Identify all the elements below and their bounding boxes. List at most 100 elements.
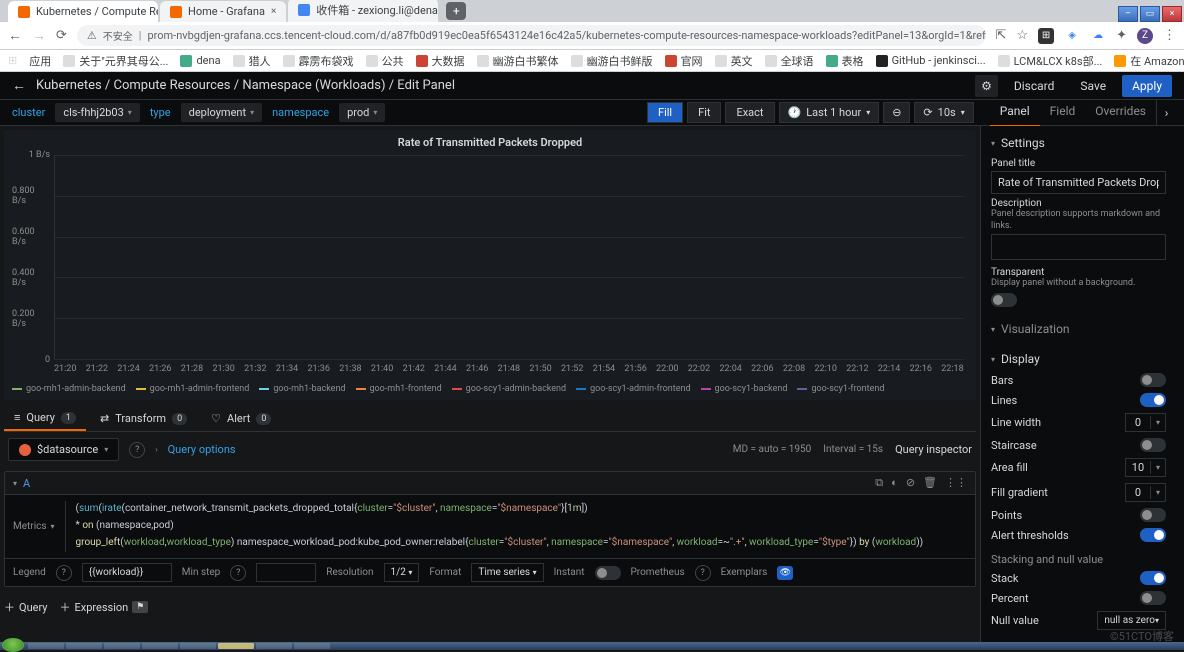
back-arrow-icon[interactable]: ← [12, 77, 26, 94]
apply-button[interactable]: Apply [1122, 75, 1172, 97]
share-icon[interactable]: ⇱ [996, 28, 1007, 43]
tab-panel[interactable]: Panel [990, 99, 1040, 127]
taskbar[interactable] [0, 642, 1184, 650]
bookmark-item[interactable]: dena [180, 54, 220, 67]
panel-title-input[interactable] [991, 171, 1166, 194]
tab-transform[interactable]: ⇄Transform0 [90, 407, 197, 430]
bookmark-item[interactable]: 猎人 [233, 53, 271, 69]
var-type-select[interactable]: deployment [181, 103, 262, 122]
legend-input[interactable] [82, 563, 172, 582]
staircase-toggle[interactable] [1140, 438, 1166, 452]
bookmark-item[interactable]: GitHub - jenkinsci... [876, 54, 986, 67]
area-fill-select[interactable]: ▾ [1125, 458, 1166, 477]
description-input[interactable] [991, 234, 1166, 260]
bookmark-item[interactable]: 大数据 [416, 53, 465, 69]
chevron-right-icon[interactable]: › [155, 445, 157, 454]
points-toggle[interactable] [1140, 508, 1166, 522]
bookmark-item[interactable]: 全球语 [765, 53, 814, 69]
new-tab-button[interactable]: + [446, 2, 466, 20]
tab-field[interactable]: Field [1040, 99, 1086, 127]
settings-button[interactable]: ⚙ [975, 75, 998, 97]
resolution-select[interactable]: 1/2 ▾ [384, 563, 420, 582]
avatar[interactable]: Z [1137, 28, 1153, 44]
info-icon[interactable]: ? [695, 565, 711, 581]
apps-icon[interactable]: ⊞ [8, 54, 17, 67]
datasource-select[interactable]: $datasource▾ [8, 438, 119, 461]
chart-plot[interactable] [54, 155, 964, 360]
query-header[interactable]: ▾ A ⧉ ◐ ⊘ 🗑 ⋮⋮ [5, 472, 975, 495]
save-button[interactable]: Save [1070, 75, 1116, 97]
section-heading[interactable]: Settings [991, 132, 1166, 154]
close-button[interactable]: × [1162, 6, 1182, 22]
browser-tab[interactable]: 收件箱 - zexiong.li@dena.jp -× [288, 0, 438, 22]
bookmark-item[interactable]: 霹雳布袋戏 [283, 53, 354, 69]
bookmark-item[interactable]: 英文 [715, 53, 753, 69]
legend-item[interactable]: goo-scy1-admin-frontend [576, 384, 690, 394]
trash-icon[interactable]: 🗑 [923, 476, 937, 490]
chart-area[interactable]: 1 B/s0.800 B/s0.600 B/s0.400 B/s0.200 B/… [12, 155, 968, 378]
info-icon[interactable]: ? [230, 565, 246, 581]
add-expression-button[interactable]: ＋ Expression ⚑ [60, 599, 149, 615]
bookmark-item[interactable]: 幽游白书鲜版 [571, 53, 653, 69]
legend-item[interactable]: goo-scy1-backend [701, 384, 788, 394]
refresh-picker[interactable]: ⟳10s▾ [914, 102, 973, 123]
lines-toggle[interactable] [1140, 393, 1166, 407]
stack-toggle[interactable] [1140, 571, 1166, 585]
star-icon[interactable]: ☆ [1016, 28, 1028, 43]
forward-button[interactable]: → [32, 27, 46, 44]
legend-item[interactable]: goo-mh1-backend [259, 384, 345, 394]
minimize-button[interactable]: – [1118, 6, 1138, 22]
legend-item[interactable]: goo-scy1-admin-backend [452, 384, 566, 394]
alert-thresholds-toggle[interactable] [1140, 528, 1166, 542]
legend-item[interactable]: goo-mh1-admin-frontend [136, 384, 250, 394]
duplicate-icon[interactable]: ⧉ [875, 476, 883, 490]
legend-item[interactable]: goo-mh1-admin-backend [12, 384, 126, 394]
legend-item[interactable]: goo-scy1-frontend [797, 384, 884, 394]
query-options-link[interactable]: Query options [168, 443, 236, 456]
time-range-picker[interactable]: 🕐Last 1 hour▾ [779, 102, 880, 123]
tab-alert[interactable]: ♡Alert0 [201, 407, 281, 430]
discard-button[interactable]: Discard [1004, 75, 1065, 97]
ext-icon[interactable]: ☁ [1090, 28, 1106, 44]
legend-item[interactable]: goo-mh1-frontend [356, 384, 442, 394]
menu-icon[interactable]: ⋮ [1163, 28, 1176, 43]
url-input[interactable]: ⚠ 不安全 | prom-nvbgdjen-grafana.ccs.tencen… [77, 25, 986, 46]
exemplars-toggle[interactable]: 👁 [777, 566, 793, 580]
browser-tab[interactable]: Home - Grafana× [160, 1, 286, 22]
bookmark-item[interactable]: 表格 [826, 53, 864, 69]
exact-button[interactable]: Exact [725, 102, 774, 123]
browser-tab[interactable]: Kubernetes / Compute Resou× [8, 1, 158, 22]
tab-overrides[interactable]: Overrides [1085, 99, 1156, 127]
disable-icon[interactable]: ⊘ [906, 476, 915, 490]
instant-toggle[interactable] [595, 566, 621, 580]
format-select[interactable]: Time series ▾ [471, 563, 543, 582]
toggle-icon[interactable]: ◐ [891, 476, 898, 490]
ext-icon[interactable]: ◈ [1064, 28, 1080, 44]
line-width-select[interactable]: ▾ [1125, 413, 1166, 432]
query-editor[interactable]: (sum(irate(container_network_transmit_pa… [76, 501, 967, 552]
drag-icon[interactable]: ⋮⋮ [945, 476, 967, 490]
fill-gradient-select[interactable]: ▾ [1125, 483, 1166, 502]
info-icon[interactable]: ? [129, 442, 145, 458]
var-namespace-select[interactable]: prod [339, 103, 385, 122]
bookmark-item[interactable]: 在 Amazon EKS 上... [1114, 53, 1184, 69]
bars-toggle[interactable] [1140, 373, 1166, 387]
query-inspector-link[interactable]: Query inspector [895, 443, 972, 456]
bookmark-item[interactable]: 公共 [366, 53, 404, 69]
maximize-button[interactable]: ▭ [1140, 6, 1160, 22]
ext-icon[interactable]: ⊞ [1038, 28, 1054, 44]
info-icon[interactable]: ? [56, 565, 72, 581]
bookmark-item[interactable]: 关于"元界其母公... [63, 53, 168, 69]
collapse-sidebar-button[interactable]: › [1156, 99, 1176, 127]
tab-query[interactable]: ≡Query1 [4, 406, 86, 431]
reload-button[interactable]: ⟳ [56, 28, 67, 43]
section-heading[interactable]: Visualization [991, 318, 1166, 340]
fill-button[interactable]: Fill [647, 102, 683, 123]
zoom-out-button[interactable]: ⊖ [883, 102, 910, 123]
min-step-input[interactable] [256, 563, 316, 582]
percent-toggle[interactable] [1140, 591, 1166, 605]
scrollbar[interactable] [1176, 126, 1184, 642]
close-icon[interactable]: × [271, 6, 276, 17]
var-cluster-select[interactable]: cls-fhhj2b03 [55, 103, 139, 122]
bookmark-item[interactable]: 官网 [665, 53, 703, 69]
